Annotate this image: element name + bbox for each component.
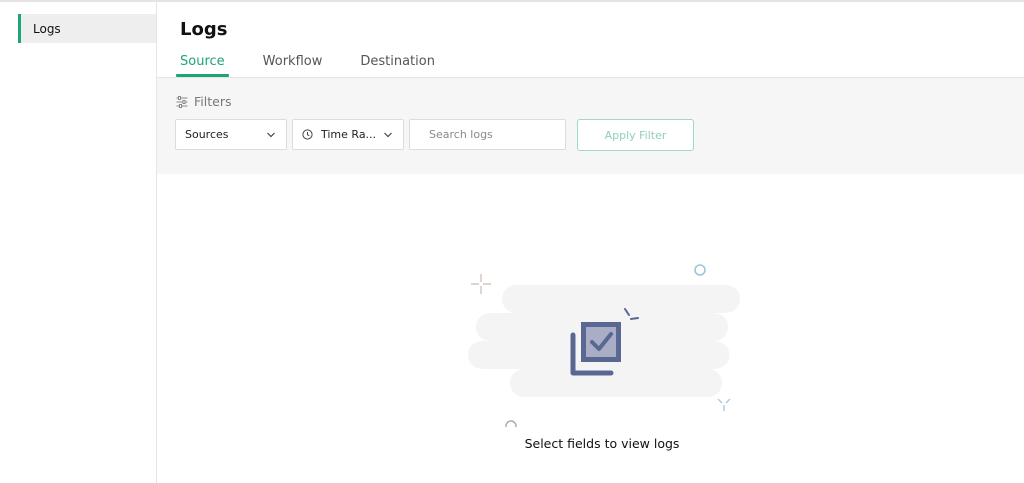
clock-icon (302, 129, 313, 140)
chevron-down-icon (384, 132, 392, 138)
sources-dropdown-value: Sources (185, 128, 229, 141)
main-content: Logs Source Workflow Destination Filters… (157, 2, 1024, 483)
empty-state-illustration (468, 264, 740, 427)
sidebar-item-logs[interactable]: Logs (18, 14, 156, 43)
sources-dropdown[interactable]: Sources (175, 119, 287, 150)
filters-title: Filters (194, 94, 232, 109)
empty-state-message: Select fields to view logs (524, 436, 680, 451)
sliders-icon (176, 95, 188, 108)
burst-sparkle-icon (717, 398, 731, 411)
apply-filter-button[interactable]: Apply Filter (577, 119, 694, 151)
search-logs-input[interactable] (409, 119, 566, 150)
chevron-down-icon (267, 132, 275, 138)
sidebar-item-label: Logs (33, 21, 61, 36)
tab-workflow[interactable]: Workflow (259, 46, 327, 77)
page-title: Logs (180, 19, 228, 40)
circle-sparkle-icon (505, 420, 517, 427)
tab-destination[interactable]: Destination (356, 46, 439, 77)
filters-heading: Filters (176, 94, 231, 109)
plus-icon (471, 274, 491, 294)
tab-source[interactable]: Source (176, 46, 229, 77)
time-range-value: Time Ra... (321, 128, 377, 141)
circle-sparkle-icon (694, 264, 706, 276)
sidebar: Logs (0, 2, 157, 483)
app-window: Logs Logs Source Workflow Destination Fi… (0, 0, 1024, 483)
filters-panel: Filters Sources Time Ra... Apply F (157, 78, 1024, 174)
time-range-dropdown[interactable]: Time Ra... (292, 119, 404, 150)
tab-bar: Source Workflow Destination (176, 46, 469, 77)
